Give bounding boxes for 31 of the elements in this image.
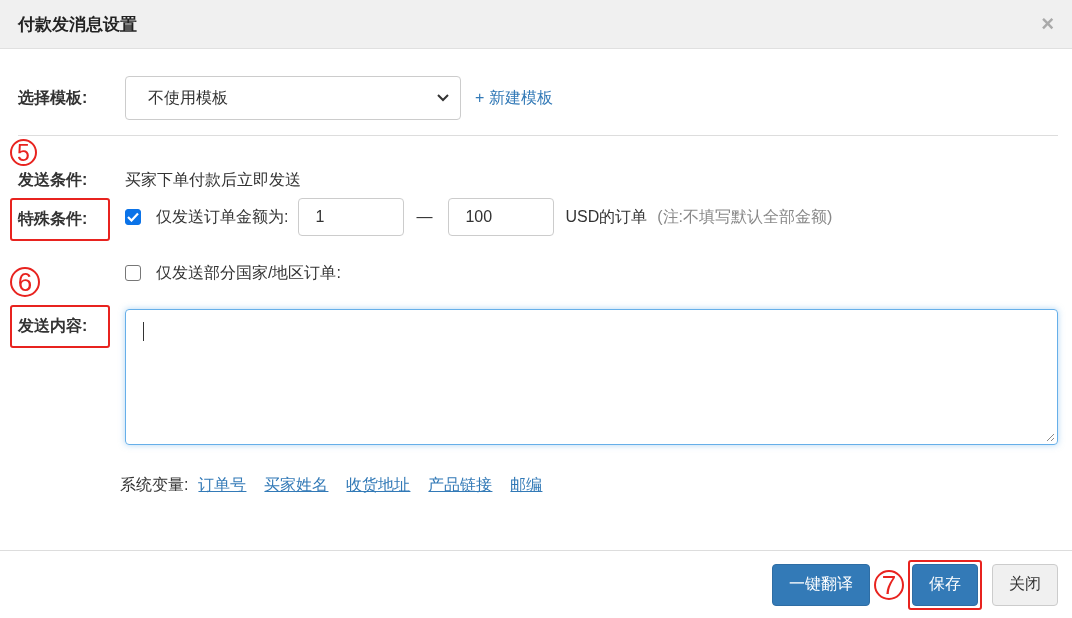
variable-link[interactable]: 邮编 [510, 475, 543, 496]
resize-grip-icon [1046, 433, 1055, 442]
variable-link[interactable]: 订单号 [198, 475, 247, 496]
dialog-title: 付款发消息设置 [18, 13, 137, 36]
template-select[interactable]: 不使用模板 [125, 76, 461, 120]
variables-label: 系统变量: [120, 475, 189, 495]
condition-text: 买家下单付款后立即发送 [125, 170, 301, 190]
variable-link[interactable]: 收货地址 [346, 475, 411, 496]
annotation-marker: 5 [10, 139, 37, 166]
dialog-button[interactable]: 一键翻译 [772, 563, 870, 606]
annotation-marker: 6 [10, 267, 40, 297]
currency-suffix: USD的订单 [565, 206, 648, 227]
option-label: 仅发送订单金额为: [156, 206, 289, 227]
option-label: 仅发送部分国家/地区订单: [156, 262, 341, 283]
variable-link[interactable]: 产品链接 [428, 475, 493, 496]
dialog-button[interactable]: 关闭 [992, 563, 1058, 606]
field-label: 选择模板: [17, 87, 89, 108]
amount-min-field[interactable]: 1 [298, 198, 405, 236]
variable-link[interactable]: 买家姓名 [264, 475, 329, 496]
dialog-button[interactable]: 保存 [912, 563, 978, 606]
amount-note: (注:不填写默认全部金额) [657, 206, 833, 227]
field-label: 特殊条件: [10, 198, 110, 241]
amount-max-field[interactable]: 100 [448, 198, 555, 236]
checkbox[interactable] [125, 265, 141, 281]
new-template-link[interactable]: + 新建模板 [475, 87, 553, 109]
range-dash: — [416, 208, 433, 226]
checkbox[interactable] [125, 209, 141, 225]
annotation-marker: 7 [874, 569, 904, 600]
field-label: 发送条件: [17, 170, 89, 190]
chevron-icon [437, 94, 449, 102]
field-label: 发送内容: [10, 305, 110, 348]
